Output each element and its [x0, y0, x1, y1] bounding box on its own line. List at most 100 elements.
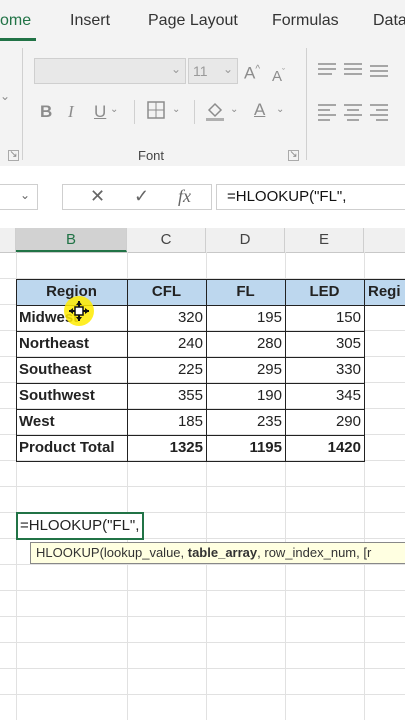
table-border	[16, 435, 365, 436]
borders-button[interactable]	[146, 100, 166, 125]
tab-page-layout[interactable]: Page Layout	[148, 12, 238, 30]
table-border	[16, 331, 365, 332]
tab-home[interactable]: ome	[0, 12, 31, 30]
chevron-down-icon[interactable]: ⌄	[230, 100, 238, 120]
borders-icon	[147, 101, 165, 119]
gridline	[0, 564, 405, 565]
divider	[134, 100, 135, 124]
table-header-cell[interactable]: LED	[285, 279, 364, 305]
column-header-e[interactable]: E	[285, 228, 364, 252]
tooltip-arg-table-array: table_array	[187, 545, 258, 560]
font-group-label: Font	[138, 148, 165, 163]
table-header-cell[interactable]: CFL	[127, 279, 206, 305]
gridline	[0, 642, 405, 643]
tooltip-function-name[interactable]: HLOOKUP(	[36, 545, 104, 560]
table-cell[interactable]: 290	[285, 409, 364, 435]
table-cell-total[interactable]: 1420	[285, 435, 364, 461]
table-cell-total-label[interactable]: Product Total	[16, 435, 127, 461]
table-cell[interactable]: 295	[206, 357, 285, 383]
column-header-c[interactable]: C	[127, 228, 206, 252]
table-cell-region[interactable]: West	[16, 409, 127, 435]
align-left-icon[interactable]	[318, 102, 398, 127]
table-cell[interactable]: 235	[206, 409, 285, 435]
table-cell[interactable]: 345	[285, 383, 364, 409]
group-divider	[306, 48, 307, 160]
group-divider	[22, 48, 23, 160]
column-header-f[interactable]	[364, 228, 405, 252]
table-cell-region[interactable]: Southwest	[16, 383, 127, 409]
mouse-cursor-highlight	[64, 296, 94, 326]
underline-button[interactable]: U	[94, 102, 106, 122]
align-top-icon[interactable]	[318, 60, 398, 85]
enter-icon[interactable]: ✓	[134, 186, 149, 207]
table-cell-region[interactable]: Southeast	[16, 357, 127, 383]
table-cell[interactable]: 195	[206, 305, 285, 331]
font-size-value: 11	[193, 63, 208, 79]
table-cell-total[interactable]: 1325	[127, 435, 206, 461]
name-box[interactable]: ⌄	[0, 184, 38, 210]
function-argument-tooltip[interactable]: HLOOKUP(lookup_value, table_array, row_i…	[30, 542, 405, 564]
divider	[194, 100, 195, 124]
cancel-icon[interactable]: ✕	[90, 186, 105, 207]
italic-button[interactable]: I	[68, 102, 74, 122]
table-border	[364, 279, 365, 305]
active-tab-indicator	[0, 38, 36, 41]
formula-bar: ⌄ ✕ ✓ fx =HLOOKUP("FL",	[0, 166, 405, 229]
font-size-dropdown[interactable]: 11 ⌄	[188, 58, 238, 84]
table-cell[interactable]: 240	[127, 331, 206, 357]
move-cursor-icon	[69, 301, 89, 321]
table-cell[interactable]: 320	[127, 305, 206, 331]
table-cell[interactable]: 355	[127, 383, 206, 409]
grow-font-button[interactable]: A^	[244, 60, 260, 84]
column-header-b[interactable]: B	[16, 228, 127, 252]
gridline	[0, 486, 405, 487]
table-border	[16, 409, 365, 410]
table-border	[16, 279, 405, 280]
insert-function-icon[interactable]: fx	[178, 186, 191, 207]
table-cell[interactable]: 305	[285, 331, 364, 357]
table-cell[interactable]: 190	[206, 383, 285, 409]
gridline	[0, 694, 405, 695]
tooltip-arg-lookup-value: lookup_value,	[103, 545, 188, 560]
tooltip-arg-rest: , row_index_num, [r	[257, 545, 372, 560]
ribbon-home: ⌄ ⌄ 11 ⌄ A^ Aˇ B I U ⌄ ⌄ ⌄ A ⌄ Font ↘ ↘	[0, 42, 405, 167]
table-cell-region[interactable]: Northeast	[16, 331, 127, 357]
table-cell[interactable]: 280	[206, 331, 285, 357]
chevron-down-icon[interactable]: ⌄	[110, 100, 118, 120]
table-cell[interactable]: 225	[127, 357, 206, 383]
table-border	[16, 383, 365, 384]
fill-color-button[interactable]	[204, 100, 226, 127]
paint-bucket-icon	[206, 102, 224, 121]
table-header-cell[interactable]: Regi	[364, 279, 405, 305]
gridline	[0, 668, 405, 669]
table-header-cell[interactable]: FL	[206, 279, 285, 305]
column-header-a[interactable]	[0, 228, 16, 252]
table-cell-total[interactable]: 1195	[206, 435, 285, 461]
active-cell-editor[interactable]: =HLOOKUP("FL",	[16, 512, 144, 540]
grow-font-icon: A	[244, 63, 256, 83]
table-cell[interactable]: 150	[285, 305, 364, 331]
tab-data[interactable]: Data	[373, 12, 405, 30]
column-header-d[interactable]: D	[206, 228, 285, 252]
chevron-down-icon: ⌄	[20, 188, 31, 202]
chevron-down-icon: ⌄	[222, 62, 233, 76]
shrink-font-button[interactable]: Aˇ	[272, 62, 285, 87]
font-name-dropdown[interactable]: ⌄	[34, 58, 186, 84]
chevron-down-icon[interactable]: ⌄	[0, 86, 10, 106]
table-cell[interactable]: 185	[127, 409, 206, 435]
chevron-down-icon: ⌄	[170, 62, 181, 76]
tab-formulas[interactable]: Formulas	[272, 12, 339, 30]
tab-insert[interactable]: Insert	[70, 12, 110, 30]
formula-input[interactable]: =HLOOKUP("FL",	[216, 184, 405, 210]
shrink-font-icon: A	[272, 68, 283, 85]
bold-button[interactable]: B	[40, 102, 52, 122]
gridline	[0, 590, 405, 591]
table-border	[16, 357, 365, 358]
column-headers: B C D E	[0, 228, 405, 253]
font-color-button[interactable]: A	[254, 100, 265, 120]
table-cell[interactable]: 330	[285, 357, 364, 383]
dialog-launcher-icon[interactable]: ↘	[8, 150, 19, 161]
chevron-down-icon[interactable]: ⌄	[276, 100, 284, 120]
font-dialog-launcher-icon[interactable]: ↘	[288, 150, 299, 161]
chevron-down-icon[interactable]: ⌄	[172, 100, 180, 120]
